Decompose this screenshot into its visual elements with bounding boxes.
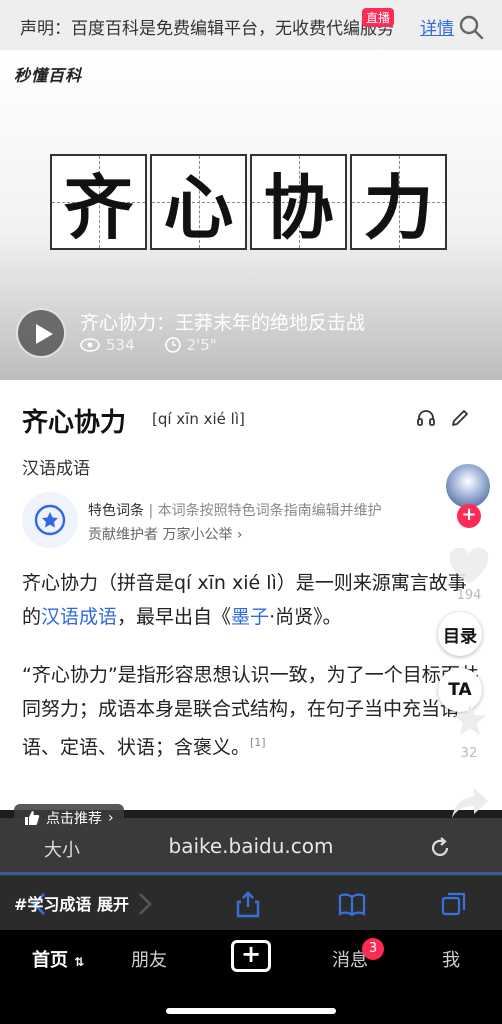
share-icon[interactable]	[234, 890, 262, 918]
thumbs-up-icon	[25, 811, 40, 825]
contributor-prefix: 贡献维护者	[88, 527, 158, 543]
idiom-cell: 协	[250, 154, 347, 250]
feature-label: 特色词条 | 本词条按照特色词条指南编辑并维护	[88, 500, 382, 520]
bookmarks-icon[interactable]	[338, 890, 366, 918]
author-avatar[interactable]	[444, 462, 492, 510]
messages-badge: 3	[362, 938, 384, 960]
entry-pinyin: [qí xīn xié lì]	[152, 410, 245, 428]
page-load-progress	[0, 872, 502, 875]
entry-subtitle: 汉语成语	[22, 459, 90, 479]
nav-home[interactable]: 首页 ⇅	[32, 946, 84, 972]
reload-icon[interactable]	[428, 836, 452, 860]
contributor-name[interactable]: 万家小公举	[162, 527, 232, 543]
follow-button[interactable]: +	[457, 504, 481, 528]
idiom-char: 齐	[63, 165, 134, 249]
article-body: 齐心协力 [qí xīn xié lì] 汉语成语 特色词条 | 本词条按照特色…	[0, 380, 502, 810]
favorite-star-icon[interactable]	[452, 702, 488, 738]
forward-chevron-icon[interactable]	[130, 890, 158, 918]
create-plus-button[interactable]: +	[231, 940, 271, 972]
paragraph-text: ·尚贤》。	[269, 606, 342, 628]
top-bar: 声明：百度百科是免费编辑平台，无收费代编服务 直播 详情	[0, 0, 502, 50]
hashtag-caption[interactable]: #学习成语 展开	[14, 891, 129, 915]
like-heart-icon[interactable]	[448, 548, 490, 586]
feature-label-text: 特色词条	[88, 503, 144, 519]
chevron-right-icon: ›	[236, 527, 243, 543]
video-meta: 534 2'5"	[80, 336, 217, 354]
app-root: 声明：百度百科是免费编辑平台，无收费代编服务 直播 详情 秒懂百科 齐 心 协 …	[0, 0, 502, 1024]
idiom-char: 协	[263, 165, 334, 249]
edit-icon[interactable]	[450, 408, 470, 428]
paragraph-text: ，最早出自《	[117, 606, 232, 628]
paragraph-meaning: “齐心协力”是指形容思想认识一致，为了一个目标而共同努力；成语本身是联合式结构，…	[22, 658, 482, 764]
feature-divider: |	[148, 503, 158, 519]
live-badge[interactable]: 直播	[362, 8, 395, 27]
view-count: 534	[106, 336, 135, 354]
search-icon[interactable]	[458, 14, 484, 40]
idiom-cell: 力	[350, 154, 447, 250]
url-text[interactable]: baike.baidu.com	[0, 834, 502, 858]
play-icon	[36, 324, 53, 344]
link-chinese-idiom[interactable]: 汉语成语	[41, 606, 117, 628]
idiom-cell: 心	[150, 154, 247, 250]
swap-icon: ⇅	[74, 955, 85, 969]
brand-logo: 秒懂百科	[14, 66, 83, 85]
video-hero[interactable]: 秒懂百科 齐 心 协 力 齐心协力：王莽末年的绝地反击战 534 2'5"	[0, 50, 502, 380]
share-arrow-icon[interactable]	[450, 786, 490, 820]
play-button[interactable]	[16, 308, 66, 358]
disclaimer-text: 声明：百度百科是免费编辑平台，无收费代编服务	[20, 19, 394, 39]
detail-link[interactable]: 详情	[420, 14, 454, 39]
duration: 2'5"	[186, 336, 217, 354]
clock-icon	[164, 337, 181, 353]
eye-icon	[80, 338, 100, 352]
favorite-count: 32	[460, 746, 478, 761]
nav-home-label: 首页	[32, 950, 68, 971]
video-title: 齐心协力：王莽末年的绝地反击战	[80, 312, 366, 334]
nav-friends[interactable]: 朋友	[131, 946, 167, 972]
idiom-grid: 齐 心 协 力	[50, 154, 447, 250]
idiom-char: 力	[363, 165, 434, 249]
link-mozi[interactable]: 墨子	[231, 606, 269, 628]
recommend-chip-label: 点击推荐	[46, 811, 102, 827]
idiom-cell: 齐	[50, 154, 147, 250]
idiom-char: 心	[163, 165, 234, 249]
entry-title: 齐心协力	[22, 408, 127, 438]
toc-button[interactable]: 目录	[438, 612, 482, 656]
chevron-right-icon: ›	[108, 810, 114, 826]
nav-me[interactable]: 我	[442, 946, 460, 972]
feature-entry-box[interactable]: 特色词条 | 本词条按照特色词条指南编辑并维护 贡献维护者 万家小公举 ›	[22, 492, 422, 548]
contributor-line[interactable]: 贡献维护者 万家小公举 ›	[88, 524, 243, 544]
tabs-icon[interactable]	[440, 890, 468, 918]
headphone-icon[interactable]	[416, 408, 436, 428]
feature-badge-icon	[22, 492, 78, 548]
feature-note: 本词条按照特色词条指南编辑并维护	[157, 503, 382, 519]
paragraph-intro: 齐心协力（拼音是qí xīn xié lì）是一则来源寓言故事的汉语成语，最早出…	[22, 566, 482, 634]
like-count: 194	[456, 588, 482, 603]
home-indicator	[166, 1008, 336, 1014]
citation-ref[interactable]: [1]	[250, 736, 266, 749]
recommend-chip[interactable]: 点击推荐 ›	[14, 804, 124, 832]
